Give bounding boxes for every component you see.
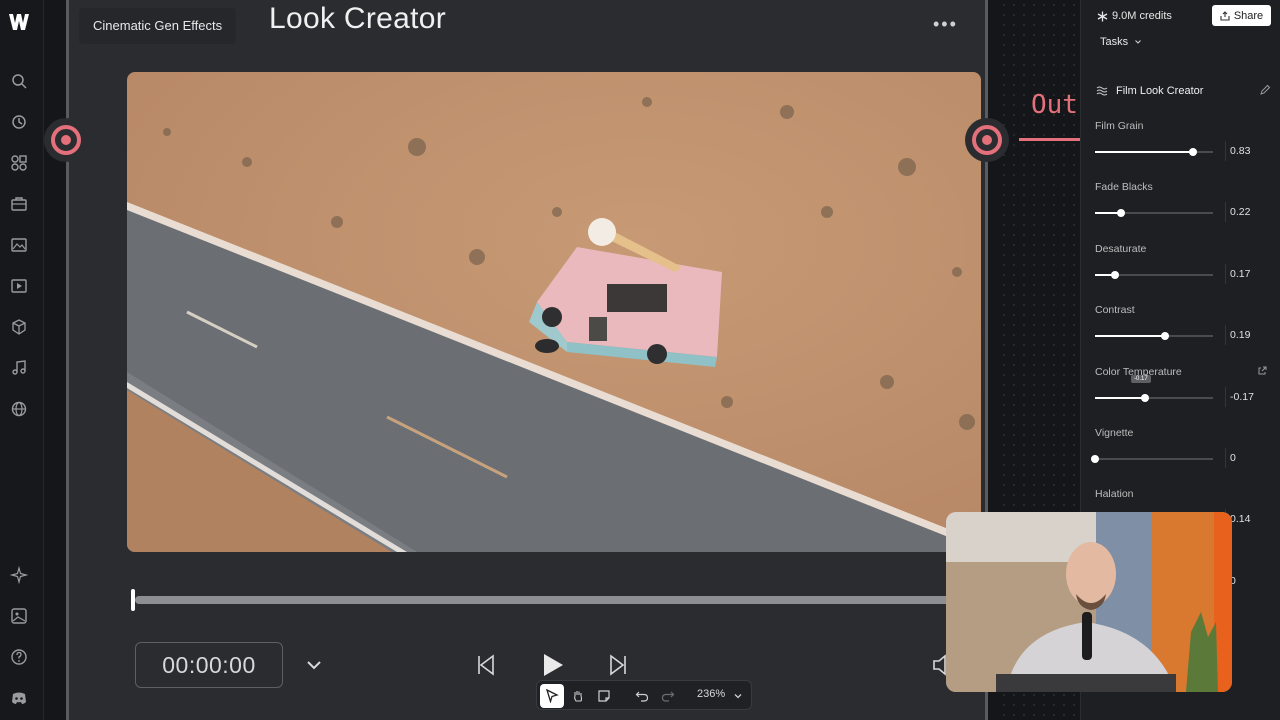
undo-icon — [635, 691, 649, 702]
node-tooltip: Cinematic Gen Effects — [79, 8, 237, 44]
redo-button[interactable] — [656, 684, 680, 708]
select-tool-button[interactable] — [540, 684, 564, 708]
node-menu-icon[interactable]: ••• — [933, 14, 958, 35]
search-icon[interactable] — [10, 72, 28, 90]
contrast-slider[interactable] — [1095, 332, 1213, 341]
fade-blacks-value-input[interactable]: 0.22 — [1225, 202, 1271, 223]
output-port[interactable] — [965, 118, 1009, 162]
note-tool-button[interactable] — [592, 684, 616, 708]
discord-icon[interactable] — [10, 689, 28, 707]
credits-indicator[interactable]: 9.0M credits — [1097, 8, 1172, 24]
canvas-toolbar: 236% — [536, 680, 752, 710]
node-canvas[interactable]: Cinematic Gen Effects Look Creator ••• 0… — [44, 0, 1080, 720]
hand-tool-button[interactable] — [566, 684, 590, 708]
hand-icon — [574, 691, 583, 702]
vignette-label: Vignette — [1095, 427, 1134, 439]
briefcase-icon[interactable] — [10, 195, 28, 213]
look-creator-node[interactable]: Cinematic Gen Effects Look Creator ••• 0… — [44, 0, 1009, 720]
film-grain-label: Film Grain — [1095, 120, 1144, 132]
app-logo[interactable] — [8, 12, 30, 32]
share-label: Share — [1233, 9, 1264, 22]
gallery-icon[interactable] — [10, 607, 28, 625]
film-grain-slider-fill — [1095, 151, 1193, 153]
sparkles-icon[interactable] — [10, 566, 28, 584]
vignette-value-input[interactable]: 0 — [1225, 448, 1271, 468]
vignette-slider-knob[interactable] — [1091, 455, 1099, 463]
left-icon-rail — [0, 0, 44, 720]
redo-icon — [661, 691, 675, 702]
desaturate-value-input[interactable]: 0.17 — [1225, 263, 1271, 284]
app-root: Cinematic Gen Effects Look Creator ••• 0… — [0, 0, 1280, 720]
contrast-value-input[interactable]: 0.19 — [1225, 325, 1271, 346]
timecode-display: 00:00:00 — [135, 642, 283, 688]
video-preview[interactable] — [127, 72, 981, 552]
playhead-handle[interactable] — [131, 589, 135, 611]
zoom-chevron-icon[interactable] — [733, 691, 743, 701]
color-temperature-slider[interactable] — [1095, 393, 1213, 402]
waves-icon — [1096, 86, 1108, 96]
zoom-level[interactable]: 236% — [697, 688, 725, 700]
node-title: Look Creator — [269, 2, 447, 35]
undo-button[interactable] — [630, 684, 654, 708]
video-icon[interactable] — [10, 277, 28, 295]
fade-blacks-label: Fade Blacks — [1095, 181, 1153, 194]
fade-blacks-slider-knob[interactable] — [1116, 209, 1125, 218]
apps-icon[interactable] — [10, 154, 28, 172]
step-back-icon[interactable] — [475, 652, 501, 678]
contrast-label: Contrast — [1095, 304, 1135, 317]
tasks-label: Tasks — [1100, 36, 1129, 48]
cube-icon[interactable] — [10, 318, 28, 336]
color-temperature-slider-knob[interactable] — [1140, 393, 1149, 402]
timeline-scrubber[interactable] — [135, 596, 975, 604]
music-icon[interactable] — [10, 359, 28, 377]
effect-title: Film Look Creator — [1116, 85, 1204, 97]
halation-label: Halation — [1095, 488, 1134, 501]
pencil-icon[interactable] — [1259, 84, 1271, 96]
history-icon[interactable] — [10, 113, 28, 131]
input-port[interactable] — [44, 118, 88, 162]
share-button[interactable]: Share — [1212, 5, 1271, 26]
credits-label: 9.0M credits — [1112, 10, 1172, 22]
desaturate-slider-knob[interactable] — [1111, 270, 1120, 279]
film-grain-slider-knob[interactable] — [1188, 148, 1197, 156]
webcam-overlay — [946, 512, 1232, 692]
desaturate-label: Desaturate — [1095, 242, 1147, 255]
help-icon[interactable] — [10, 648, 28, 666]
color-temperature-value-input[interactable]: -0.17 — [1225, 386, 1271, 407]
globe-icon[interactable] — [10, 400, 28, 418]
chevron-down-icon — [1135, 40, 1142, 44]
image-icon[interactable] — [10, 236, 28, 254]
slider-value-tooltip: -0.17 — [1131, 375, 1151, 383]
effect-header: Film Look Creator — [1096, 83, 1271, 99]
film-grain-value-input[interactable]: 0.83 — [1225, 141, 1271, 161]
external-link-icon[interactable] — [1257, 366, 1267, 376]
step-forward-icon[interactable] — [603, 652, 629, 678]
vignette-slider[interactable] — [1091, 455, 1213, 463]
contrast-slider-fill — [1095, 335, 1165, 338]
play-icon[interactable] — [539, 652, 565, 678]
tasks-dropdown[interactable]: Tasks — [1100, 36, 1142, 48]
fade-blacks-slider[interactable] — [1095, 209, 1213, 218]
cursor-icon — [546, 689, 559, 703]
chevron-down-icon[interactable] — [305, 656, 323, 674]
asterisk-icon — [1097, 11, 1108, 21]
desaturate-slider[interactable] — [1095, 270, 1213, 279]
presenter-video — [946, 512, 1232, 692]
contrast-slider-knob[interactable] — [1160, 332, 1169, 341]
output-connection-edge — [1019, 138, 1080, 141]
desert-road-image — [127, 72, 981, 552]
share-icon — [1220, 10, 1230, 21]
film-grain-slider[interactable] — [1095, 148, 1213, 156]
output-node-label: Out — [1031, 90, 1078, 120]
sticky-note-icon — [598, 690, 610, 702]
color-temperature-slider-fill — [1095, 396, 1145, 399]
